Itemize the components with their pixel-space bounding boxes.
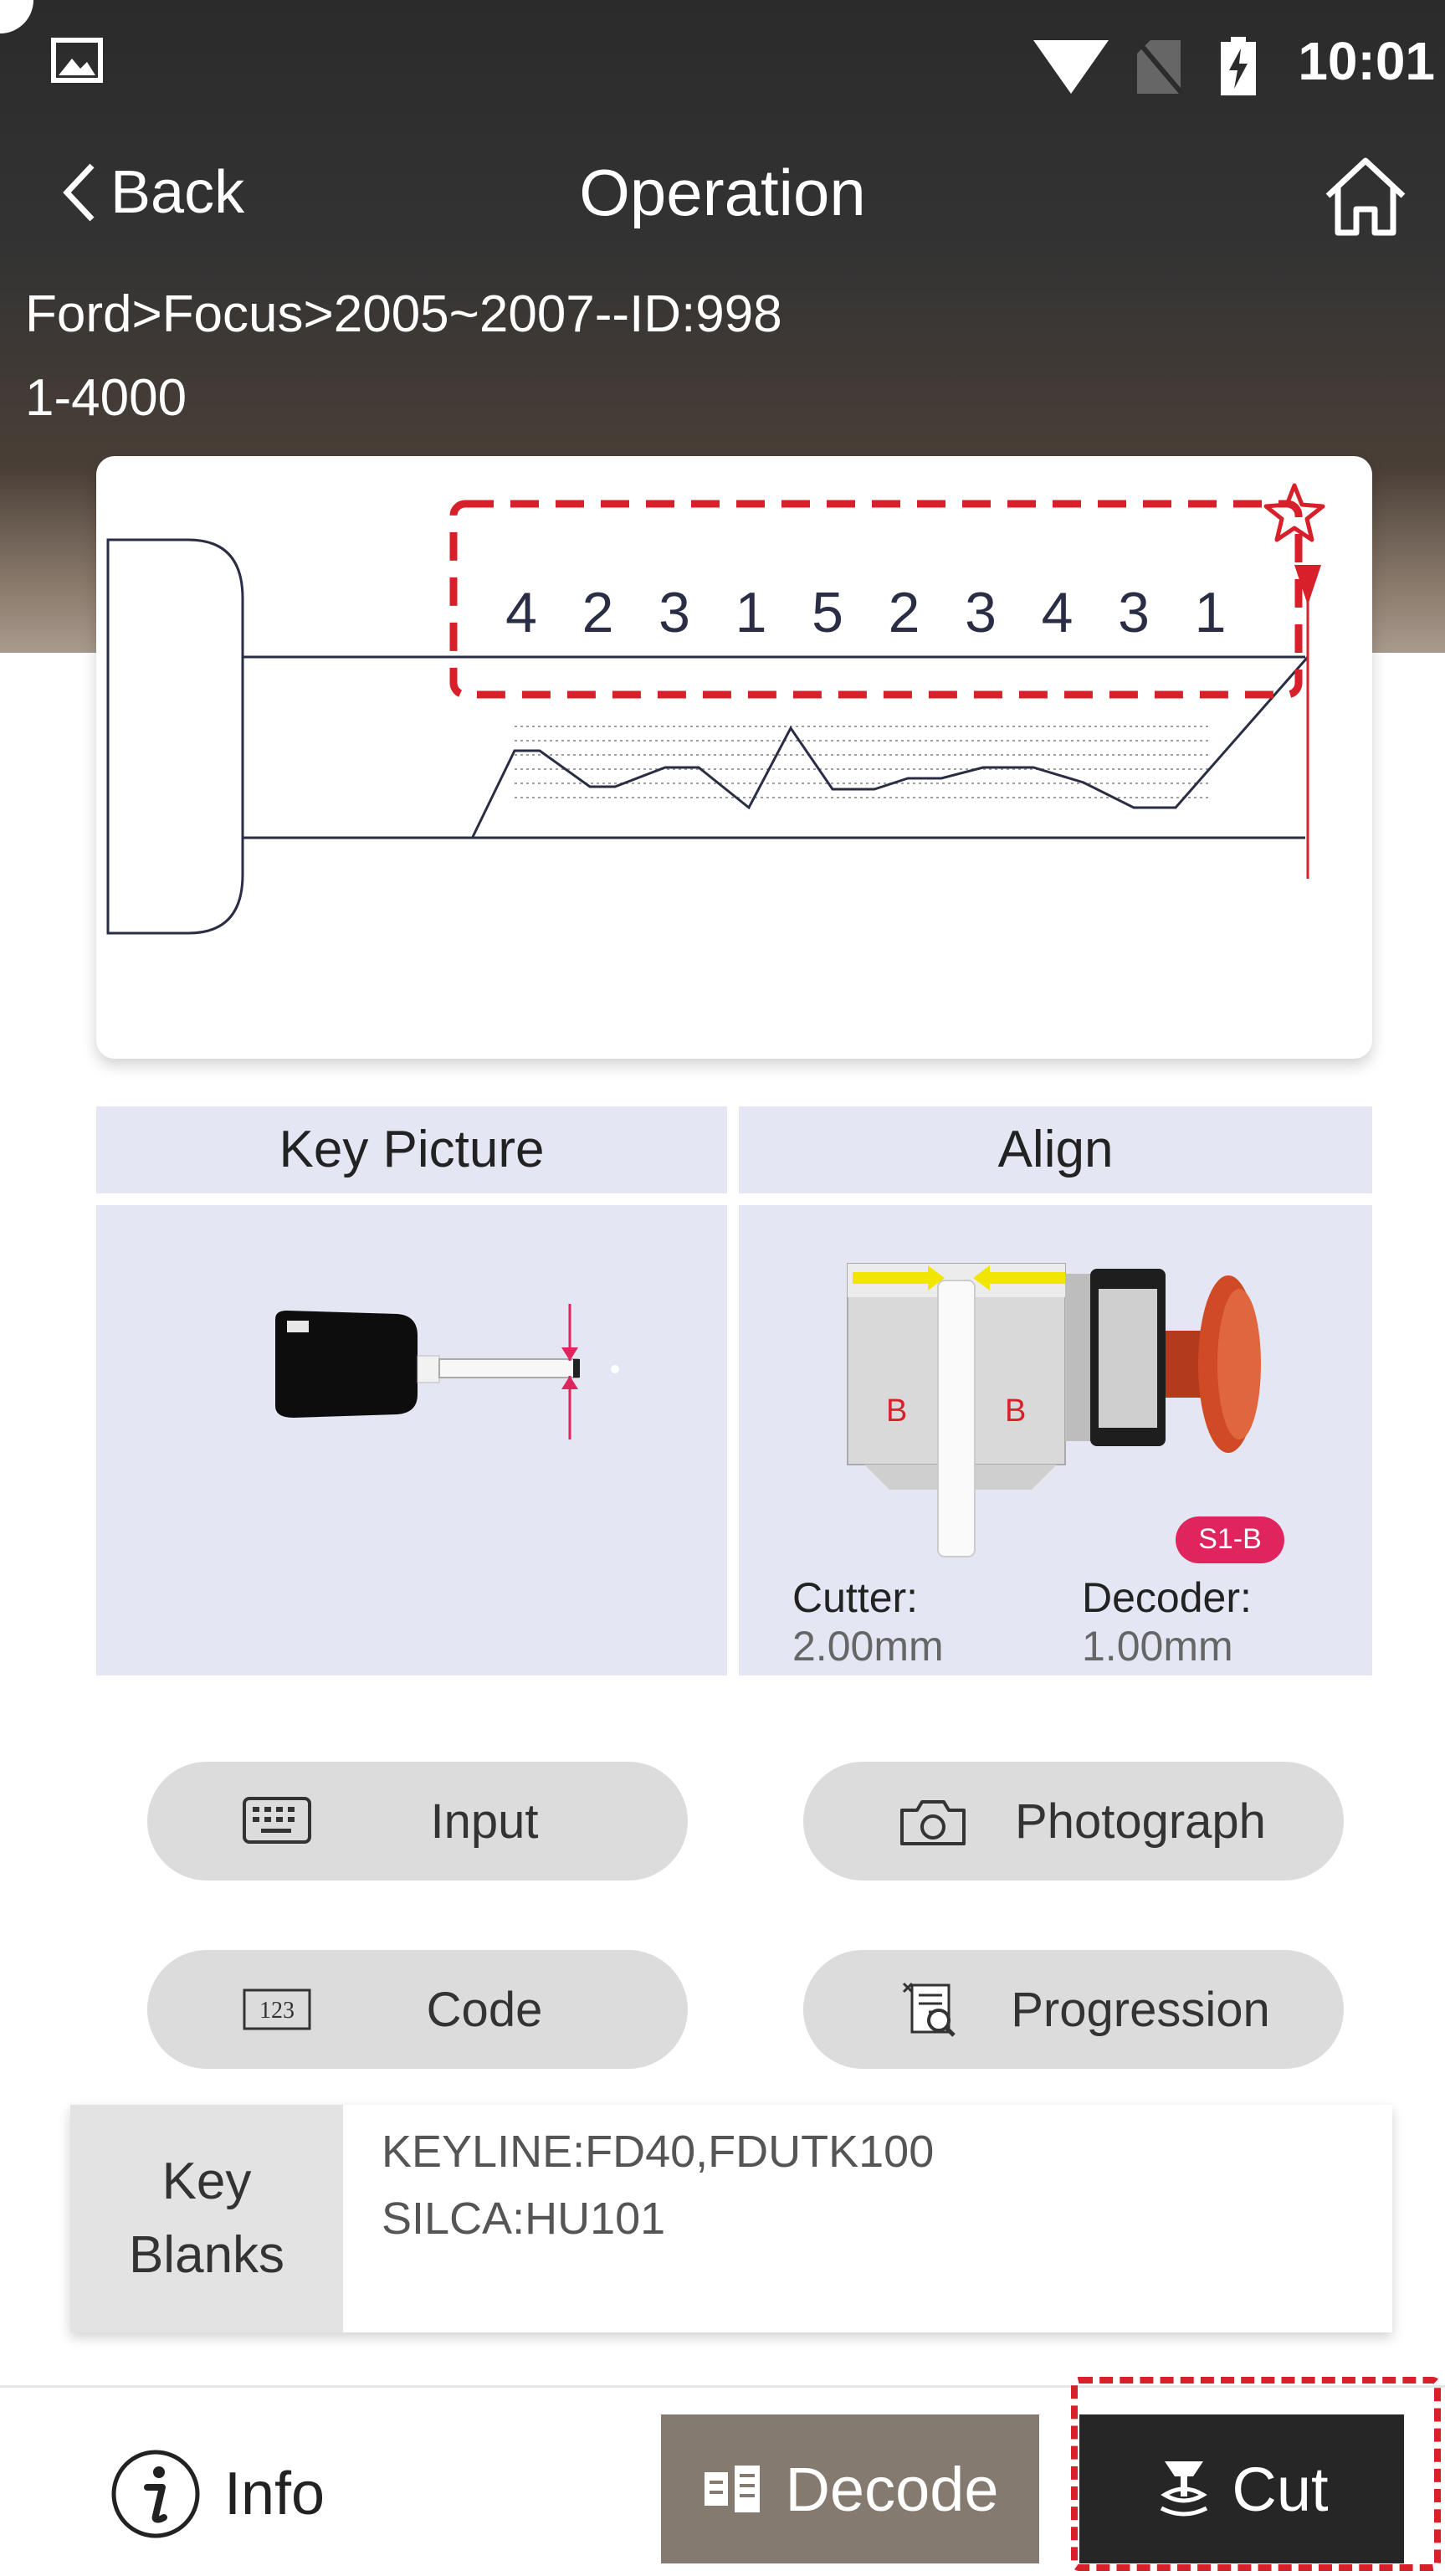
key-blank-entry: KEYLINE:FD40,FDUTK100 [382, 2127, 935, 2177]
cut-digit: 3 [658, 581, 690, 644]
jaw-mark-right: B [1005, 1393, 1026, 1429]
key-blanks-label-line2: Blanks [128, 2226, 285, 2284]
progression-icon [902, 1982, 956, 2037]
code-range: 1-4000 [25, 369, 187, 427]
cut-code-highlight [449, 500, 1303, 699]
code-button[interactable]: 123 Code [147, 1950, 688, 2069]
panel-title-key-picture: Key Picture [96, 1106, 727, 1193]
vehicle-breadcrumb: Ford>Focus>2005~2007--ID:998 [25, 285, 782, 343]
cut-digit: 1 [1195, 581, 1227, 644]
code-label: Code [426, 1982, 543, 2037]
cut-digit: 5 [812, 581, 843, 644]
jaw-mark-left: B [886, 1393, 907, 1429]
no-sim-icon [1134, 37, 1184, 95]
cut-digit: 4 [505, 581, 537, 644]
decode-label: Decode [785, 2454, 999, 2524]
code-icon: 123 [243, 1988, 311, 2030]
decoder-label: Decoder: [1082, 1574, 1252, 1621]
info-label: Info [224, 2461, 325, 2527]
photograph-label: Photograph [1015, 1793, 1266, 1849]
cutter-spec: Cutter: 2.00mm [792, 1573, 944, 1670]
key-picture-panel [96, 1205, 727, 1675]
input-button[interactable]: Input [147, 1762, 688, 1881]
status-time: 10:01 [1298, 31, 1435, 91]
photograph-button[interactable]: Photograph [803, 1762, 1344, 1881]
decode-button[interactable]: Decode [661, 2414, 1039, 2563]
decode-icon [705, 2466, 761, 2512]
info-button[interactable]: Info [109, 2444, 325, 2544]
key-blanks-label: Key Blanks [70, 2105, 343, 2332]
status-bar: 10:01 [0, 25, 1445, 95]
progression-button[interactable]: Progression [803, 1950, 1344, 2069]
key-bow [106, 538, 244, 935]
key-blanks-label-line1: Key [161, 2153, 252, 2210]
cut-digit: 2 [582, 581, 614, 644]
decoder-spec: Decoder: 1.00mm [1082, 1573, 1252, 1670]
battery-charging-icon [1221, 37, 1256, 95]
keyboard-icon [243, 1797, 311, 1844]
key-cut-diagram: 4231523431 [106, 483, 1325, 935]
wifi-icon [1033, 40, 1109, 94]
align-panel: B B S1-B Cutter: 2.00mm Decoder: 1.00mm [739, 1205, 1372, 1675]
key-blank-entry: SILCA:HU101 [382, 2194, 666, 2244]
page-title: Operation [579, 156, 866, 229]
cut-digit: 3 [965, 581, 997, 644]
code-icon-text: 123 [259, 1998, 295, 2024]
input-label: Input [430, 1793, 539, 1849]
decoder-value: 1.00mm [1082, 1623, 1233, 1670]
image-icon [51, 38, 103, 83]
cut-code-digits: 4231523431 [505, 581, 1226, 644]
panel-title-align: Align [739, 1106, 1372, 1193]
depth-guides [515, 726, 1209, 798]
cut-profile [471, 656, 1309, 838]
progression-label: Progression [1011, 1982, 1270, 2037]
cut-digit: 3 [1118, 581, 1150, 644]
cutter-label: Cutter: [792, 1574, 919, 1621]
home-icon[interactable] [1319, 151, 1412, 243]
cut-digit: 4 [1042, 581, 1074, 644]
cut-digit: 2 [889, 581, 920, 644]
cutter-value: 2.00mm [792, 1623, 944, 1670]
key-illustration [275, 1304, 619, 1439]
cut-digit: 1 [735, 581, 767, 644]
camera-icon [900, 1800, 966, 1845]
cut-button-highlight [1071, 2377, 1441, 2571]
variant-badge-text: S1-B [1198, 1523, 1262, 1555]
info-icon [111, 2450, 200, 2538]
